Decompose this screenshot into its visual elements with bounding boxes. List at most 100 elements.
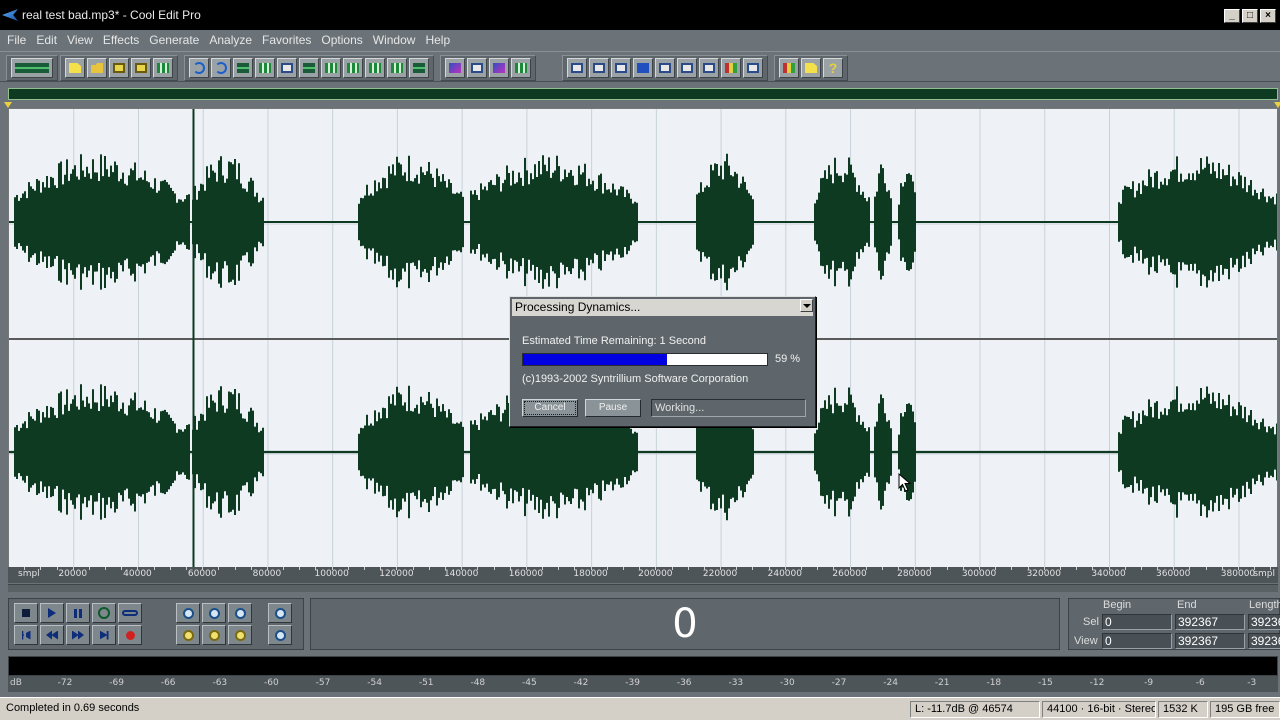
ruler-label: 40000	[123, 569, 152, 579]
info-button[interactable]	[743, 58, 763, 78]
pause-button[interactable]: Pause	[585, 399, 641, 417]
vertical-zoom-out-button[interactable]	[268, 625, 292, 645]
menu-view[interactable]: View	[62, 33, 98, 47]
length-header: Length	[1249, 599, 1280, 611]
ruler-tick	[784, 567, 786, 570]
frequency-button[interactable]	[511, 58, 531, 78]
menu-generate[interactable]: Generate	[144, 33, 204, 47]
current-time: 0	[672, 601, 698, 647]
analysis-button[interactable]	[655, 58, 675, 78]
record-icon	[125, 630, 135, 640]
level-button[interactable]	[699, 58, 719, 78]
level-meter[interactable]	[8, 656, 1278, 676]
time-format-button[interactable]	[677, 58, 697, 78]
ruler-tick	[186, 567, 188, 570]
settings-button[interactable]	[779, 58, 799, 78]
sel-end-field[interactable]: 392367	[1175, 614, 1245, 630]
view-begin-field[interactable]: 0	[1102, 633, 1172, 649]
menu-favorites[interactable]: Favorites	[257, 33, 316, 47]
menu-options[interactable]: Options	[316, 33, 367, 47]
waveform-overview-bar[interactable]	[8, 88, 1278, 100]
play-to-end-button[interactable]	[92, 603, 116, 623]
sel-length-field[interactable]: 392367	[1248, 614, 1280, 630]
record-button[interactable]	[118, 625, 142, 645]
paste-button[interactable]	[321, 58, 341, 78]
play-button[interactable]	[40, 603, 64, 623]
progress-fill	[523, 354, 667, 365]
ruler-tick	[574, 567, 576, 570]
copy-new-button[interactable]	[277, 58, 297, 78]
close-button[interactable]: ×	[1260, 9, 1276, 23]
redo-button[interactable]	[211, 58, 231, 78]
zoom-out-button[interactable]	[202, 603, 226, 623]
dialog-title[interactable]: Processing Dynamics...	[512, 299, 813, 316]
cancel-button[interactable]: Cancel	[522, 399, 578, 417]
crop-button[interactable]	[409, 58, 429, 78]
help-button[interactable]: ?	[823, 58, 843, 78]
view-button[interactable]	[567, 58, 587, 78]
context-help-button[interactable]	[801, 58, 821, 78]
snap-button[interactable]	[467, 58, 487, 78]
stop-button[interactable]	[14, 603, 38, 623]
sel-begin-field[interactable]: 0	[1102, 614, 1172, 630]
zoom-selection-button[interactable]	[202, 625, 226, 645]
multitrack-toggle-button[interactable]	[11, 58, 53, 78]
go-to-start-icon	[21, 630, 31, 640]
dialog-status-field: Working...	[651, 399, 806, 417]
zoom-left-button[interactable]	[176, 625, 200, 645]
menu-effects[interactable]: Effects	[98, 33, 144, 47]
go-to-end-button[interactable]	[92, 625, 116, 645]
save-as-button[interactable]	[131, 58, 151, 78]
save-icon	[113, 63, 125, 73]
cue-list-button[interactable]	[611, 58, 631, 78]
view-end-field[interactable]: 392367	[1175, 633, 1245, 649]
paste-new-button[interactable]	[343, 58, 363, 78]
ruler-tick	[1011, 567, 1013, 570]
view-length-field[interactable]: 392367	[1248, 633, 1280, 649]
mix-paste-button[interactable]	[365, 58, 385, 78]
open-file-button[interactable]	[87, 58, 107, 78]
save-button[interactable]	[109, 58, 129, 78]
multitrack-toggle-icon	[15, 63, 49, 73]
ruler-tick	[1173, 567, 1175, 570]
trim-button[interactable]	[387, 58, 407, 78]
ruler-tick	[995, 567, 997, 570]
vertical-zoom-in-button[interactable]	[268, 603, 292, 623]
menu-edit[interactable]: Edit	[31, 33, 62, 47]
spectral-button[interactable]	[489, 58, 509, 78]
zoom-in-button[interactable]	[176, 603, 200, 623]
ruler-tick	[1059, 567, 1061, 570]
time-ruler[interactable]: smpl smpl 20000 40000 60000 80000 100000 1200…	[8, 567, 1278, 583]
horizontal-scroll-strip[interactable]	[8, 584, 1278, 592]
marker-button[interactable]	[589, 58, 609, 78]
meter-label: -69	[109, 678, 124, 688]
repeat-button[interactable]	[233, 58, 253, 78]
undo-button[interactable]	[189, 58, 209, 78]
meter-label: -39	[625, 678, 640, 688]
rewind-button[interactable]	[40, 625, 64, 645]
dialog-menu-button[interactable]	[800, 299, 813, 312]
zoom-full-button[interactable]	[228, 603, 252, 623]
pause-button[interactable]	[66, 603, 90, 623]
stop-icon	[22, 609, 30, 617]
envelope-button[interactable]	[445, 58, 465, 78]
new-file-button[interactable]	[65, 58, 85, 78]
meter-unit-label: dB	[10, 678, 22, 688]
fast-forward-button[interactable]	[66, 625, 90, 645]
go-to-start-button[interactable]	[14, 625, 38, 645]
cut-button[interactable]	[299, 58, 319, 78]
menu-analyze[interactable]: Analyze	[204, 33, 257, 47]
minimize-button[interactable]: _	[1224, 9, 1240, 23]
maximize-button[interactable]: □	[1242, 9, 1258, 23]
menu-help[interactable]: Help	[420, 33, 455, 47]
play-list-button[interactable]	[633, 58, 653, 78]
status-level: L: -11.7dB @ 46574	[910, 701, 1040, 718]
zoom-right-button[interactable]	[228, 625, 252, 645]
mix-button[interactable]	[721, 58, 741, 78]
menu-file[interactable]: File	[2, 33, 31, 47]
close-file-button[interactable]	[153, 58, 173, 78]
copy-button[interactable]	[255, 58, 275, 78]
menu-window[interactable]: Window	[368, 33, 421, 47]
loop-button[interactable]	[118, 603, 142, 623]
ruler-tick	[299, 567, 301, 570]
